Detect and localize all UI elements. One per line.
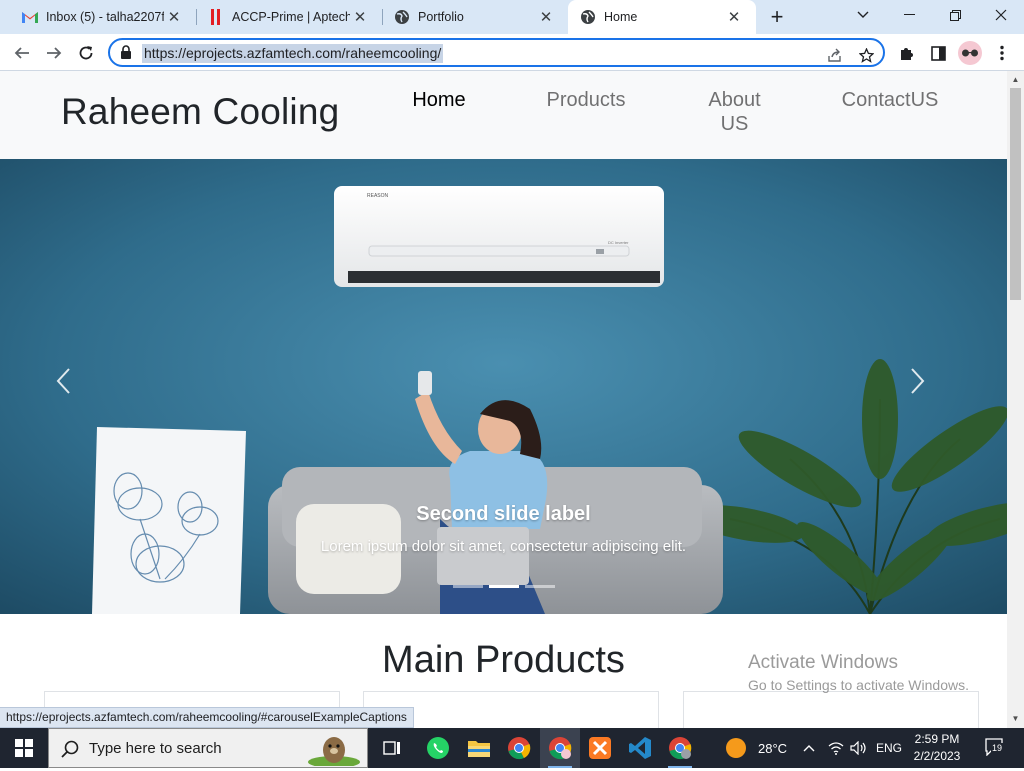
close-tab-icon[interactable]: ✕ [350, 7, 370, 27]
scrollbar-thumb[interactable] [1010, 88, 1021, 300]
restore-icon[interactable] [932, 0, 978, 30]
clock-time: 2:59 PM [914, 732, 960, 746]
tab-portfolio[interactable]: Portfolio ✕ [372, 0, 568, 34]
gmail-icon [22, 9, 38, 25]
product-card[interactable] [683, 691, 979, 728]
search-placeholder[interactable]: Type here to search [89, 740, 222, 757]
taskbar-search-box[interactable]: Type here to search [48, 728, 368, 768]
extensions-puzzle-icon[interactable] [896, 42, 918, 64]
weather-temperature: 28°C [758, 740, 788, 756]
page-viewport: Raheem Cooling Home Products About US Co… [0, 71, 1007, 728]
whatsapp-icon[interactable] [418, 728, 458, 768]
page-scrollbar[interactable]: ▲ ▼ [1007, 71, 1024, 728]
browser-toolbar: https://eprojects.azfamtech.com/raheemco… [0, 34, 1024, 71]
notification-center-icon[interactable]: 19 [985, 738, 1007, 758]
svg-text:REASON: REASON [367, 193, 389, 199]
tab-home[interactable]: Home ✕ [568, 0, 756, 34]
lock-icon[interactable] [120, 45, 134, 61]
weather-widget[interactable]: 28°C [726, 728, 787, 768]
more-menu-icon[interactable] [991, 42, 1013, 64]
watermark-title: Activate Windows [748, 652, 898, 673]
back-arrow-icon[interactable] [9, 40, 35, 66]
site-navbar: Raheem Cooling Home Products About US Co… [0, 71, 1007, 159]
profile-avatar[interactable] [958, 41, 982, 65]
carousel-indicator[interactable] [452, 585, 483, 588]
minimize-icon[interactable] [886, 0, 932, 30]
nav-link-about-us[interactable]: About US [697, 88, 772, 136]
scroll-up-icon[interactable]: ▲ [1011, 75, 1020, 84]
bookmark-star-icon[interactable] [856, 45, 876, 65]
reload-icon[interactable] [73, 40, 99, 66]
chrome-icon[interactable] [499, 728, 539, 768]
clock-date: 2/2/2023 [913, 749, 961, 763]
air-conditioner: REASON DC Inverter [334, 186, 664, 287]
tab-accp-prime[interactable]: ACCP-Prime | Aptech Le ✕ [186, 0, 382, 34]
close-tab-icon[interactable]: ✕ [536, 7, 556, 27]
share-icon[interactable] [824, 45, 844, 65]
tab-title: Portfolio [418, 10, 464, 24]
volume-icon[interactable] [850, 728, 868, 768]
nav-link-contact-us[interactable]: ContactUS [836, 88, 944, 112]
site-brand[interactable]: Raheem Cooling [61, 91, 339, 133]
tab-title: Home [604, 10, 638, 24]
weather-sun-icon [726, 738, 746, 758]
globe-icon [394, 9, 410, 25]
windows-taskbar: Type here to search 28°C ENG 2:59 PM 2/2… [0, 728, 1024, 768]
svg-text:DC Inverter: DC Inverter [608, 240, 629, 245]
caption-title: Second slide label [416, 503, 591, 525]
aptech-icon [208, 9, 224, 25]
forward-arrow-icon[interactable] [41, 40, 67, 66]
browser-tabstrip: Inbox (5) - talha2207f@ ✕ ACCP-Prime | A… [0, 0, 1024, 34]
file-explorer-icon[interactable] [459, 728, 499, 768]
windows-start-icon[interactable] [0, 728, 48, 768]
network-icon[interactable] [828, 728, 844, 768]
carousel-prev-icon[interactable] [55, 367, 95, 407]
tab-search-chevron-icon[interactable] [840, 0, 886, 30]
search-icon [61, 740, 79, 763]
carousel-indicator-active[interactable] [488, 585, 519, 588]
search-highlight-groundhog-icon[interactable] [304, 732, 364, 771]
tray-chevron-icon[interactable] [803, 728, 815, 768]
nav-link-home[interactable]: Home [404, 88, 474, 112]
close-tab-icon[interactable]: ✕ [724, 7, 744, 27]
vscode-icon[interactable] [620, 728, 660, 768]
nav-link-products[interactable]: Products [540, 88, 632, 112]
xampp-icon[interactable] [580, 728, 620, 768]
watermark-subtitle: Go to Settings to activate Windows. [748, 677, 969, 693]
globe-icon [580, 9, 596, 25]
input-language[interactable]: ENG [876, 728, 902, 768]
carousel-indicators [0, 585, 1007, 588]
side-panel-icon[interactable] [927, 42, 949, 64]
carousel-next-icon[interactable] [910, 367, 950, 407]
caption-text: Lorem ipsum dolor sit amet, consectetur … [320, 538, 687, 555]
close-tab-icon[interactable]: ✕ [164, 7, 184, 27]
notification-count: 19 [991, 743, 1004, 753]
activate-windows-watermark: Activate Windows Go to Settings to activ… [748, 652, 969, 693]
close-window-icon[interactable] [978, 0, 1024, 30]
taskbar-clock[interactable]: 2:59 PM 2/2/2023 [905, 731, 969, 765]
new-tab-icon[interactable]: + [766, 6, 788, 29]
chrome-guest-icon[interactable] [660, 728, 700, 768]
hero-carousel: REASON DC Inverter Second slide label Lo… [0, 159, 1007, 614]
link-hover-status: https://eprojects.azfamtech.com/raheemco… [0, 707, 414, 728]
tab-title: Inbox (5) - talha2207f@ [46, 10, 164, 24]
address-bar[interactable]: https://eprojects.azfamtech.com/raheemco… [108, 38, 885, 67]
tab-title: ACCP-Prime | Aptech Le [232, 10, 350, 24]
url-text[interactable]: https://eprojects.azfamtech.com/raheemco… [142, 44, 444, 63]
tab-inbox[interactable]: Inbox (5) - talha2207f@ ✕ [0, 0, 196, 34]
chrome-profile-icon[interactable] [540, 728, 580, 768]
scroll-down-icon[interactable]: ▼ [1011, 714, 1020, 723]
carousel-indicator[interactable] [524, 585, 555, 588]
task-view-icon[interactable] [372, 728, 412, 768]
